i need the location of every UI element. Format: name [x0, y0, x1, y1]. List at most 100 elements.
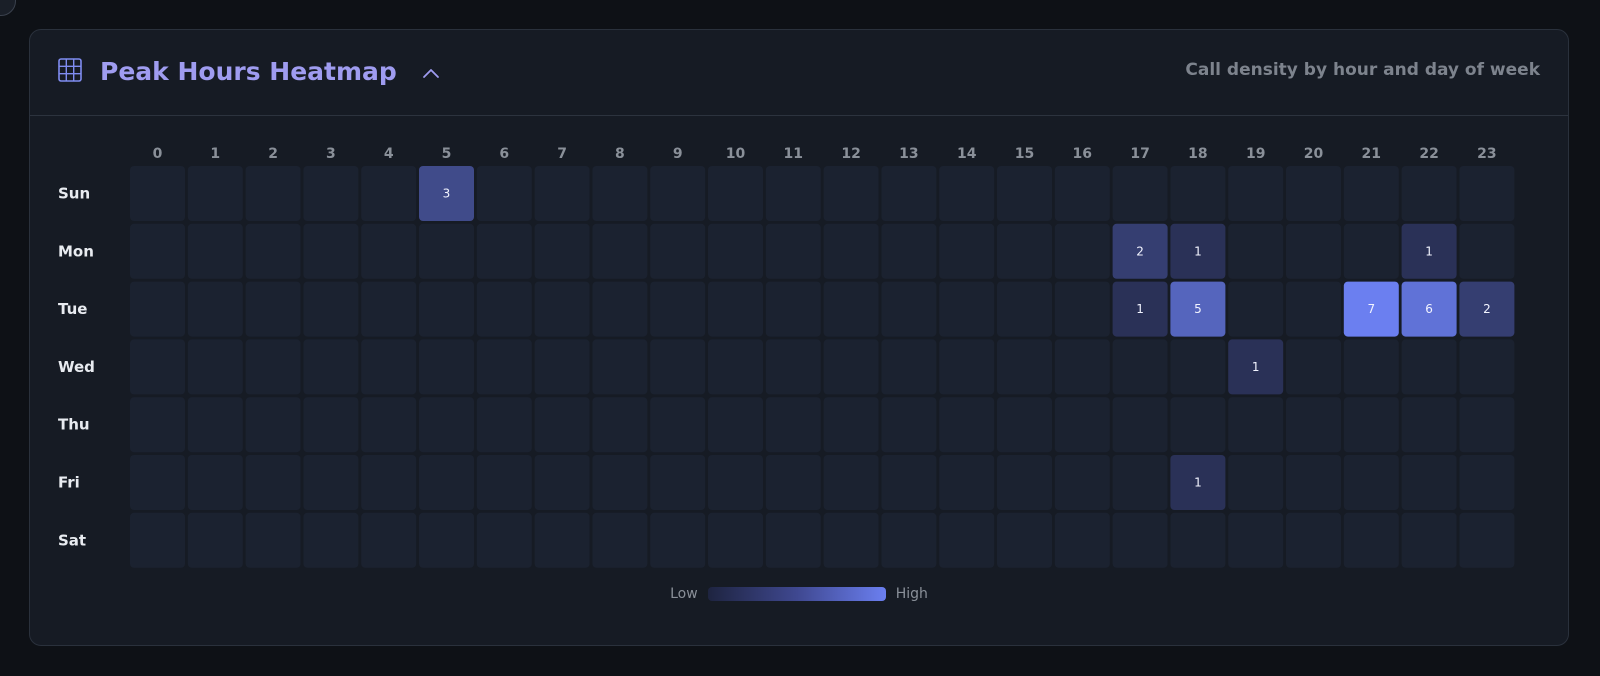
heatmap-cell[interactable]	[361, 281, 417, 337]
heatmap-cell[interactable]	[823, 339, 879, 395]
heatmap-cell[interactable]	[187, 223, 243, 279]
heatmap-cell[interactable]	[476, 166, 532, 221]
heatmap-cell[interactable]	[592, 223, 648, 279]
heatmap-cell[interactable]	[650, 339, 706, 395]
heatmap-cell[interactable]	[592, 339, 648, 395]
heatmap-cell[interactable]	[765, 397, 821, 453]
heatmap-cell[interactable]	[997, 339, 1052, 395]
heatmap-cell[interactable]	[1112, 339, 1168, 395]
heatmap-cell[interactable]	[1459, 455, 1515, 510]
heatmap-cell[interactable]	[1401, 455, 1457, 510]
heatmap-cell[interactable]	[419, 339, 474, 395]
heatmap-cell[interactable]	[419, 455, 474, 510]
heatmap-cell[interactable]	[1459, 397, 1515, 453]
heatmap-cell[interactable]	[1343, 397, 1399, 453]
heatmap-cell[interactable]	[708, 166, 763, 221]
heatmap-cell[interactable]	[1286, 397, 1341, 453]
heatmap-cell[interactable]	[650, 397, 706, 453]
heatmap-cell[interactable]	[997, 512, 1052, 568]
heatmap-cell[interactable]	[130, 512, 185, 568]
heatmap-cell[interactable]	[1228, 223, 1284, 279]
heatmap-cell[interactable]	[939, 397, 995, 453]
heatmap-cell[interactable]	[823, 166, 879, 221]
heatmap-cell[interactable]	[650, 512, 706, 568]
heatmap-cell[interactable]	[1170, 339, 1226, 395]
heatmap-cell[interactable]	[476, 512, 532, 568]
heatmap-cell[interactable]	[303, 455, 359, 510]
heatmap-cell[interactable]	[1459, 166, 1515, 221]
heatmap-cell[interactable]	[997, 397, 1052, 453]
heatmap-cell[interactable]	[650, 281, 706, 337]
heatmap-cell[interactable]	[1054, 455, 1110, 510]
heatmap-cell[interactable]	[1286, 223, 1341, 279]
heatmap-cell[interactable]	[1286, 455, 1341, 510]
heatmap-cell[interactable]	[1170, 397, 1226, 453]
heatmap-cell[interactable]	[361, 397, 417, 453]
chevron-up-icon[interactable]	[420, 62, 442, 84]
heatmap-cell[interactable]	[650, 166, 706, 221]
heatmap-cell[interactable]	[881, 397, 937, 453]
heatmap-cell[interactable]	[1286, 166, 1341, 221]
heatmap-cell[interactable]	[476, 223, 532, 279]
heatmap-cell[interactable]	[823, 512, 879, 568]
heatmap-cell[interactable]	[1401, 512, 1457, 568]
heatmap-cell[interactable]	[997, 166, 1052, 221]
heatmap-cell[interactable]	[187, 166, 243, 221]
heatmap-cell[interactable]	[1286, 512, 1341, 568]
heatmap-cell[interactable]	[1054, 512, 1110, 568]
heatmap-cell[interactable]	[187, 455, 243, 510]
heatmap-cell[interactable]	[303, 166, 359, 221]
heatmap-cell[interactable]	[1112, 397, 1168, 453]
heatmap-cell[interactable]	[765, 223, 821, 279]
heatmap-cell[interactable]	[303, 223, 359, 279]
heatmap-cell[interactable]	[130, 397, 185, 453]
heatmap-cell[interactable]	[1401, 397, 1457, 453]
heatmap-cell[interactable]	[939, 281, 995, 337]
heatmap-cell[interactable]	[476, 281, 532, 337]
heatmap-cell[interactable]	[881, 512, 937, 568]
heatmap-cell[interactable]	[1286, 281, 1341, 337]
heatmap-cell[interactable]	[187, 281, 243, 337]
heatmap-cell[interactable]	[245, 166, 301, 221]
heatmap-cell[interactable]	[534, 512, 590, 568]
heatmap-cell[interactable]	[997, 223, 1052, 279]
heatmap-cell[interactable]	[1170, 166, 1226, 221]
heatmap-cell[interactable]	[1112, 512, 1168, 568]
heatmap-cell[interactable]	[303, 281, 359, 337]
heatmap-cell[interactable]	[823, 223, 879, 279]
heatmap-cell[interactable]	[592, 512, 648, 568]
heatmap-cell[interactable]	[592, 281, 648, 337]
heatmap-cell[interactable]	[708, 339, 763, 395]
heatmap-cell[interactable]	[1228, 281, 1284, 337]
heatmap-cell[interactable]	[1054, 397, 1110, 453]
heatmap-cell[interactable]	[1286, 339, 1341, 395]
heatmap-cell[interactable]	[534, 339, 590, 395]
heatmap-cell[interactable]	[708, 223, 763, 279]
heatmap-cell[interactable]	[997, 281, 1052, 337]
heatmap-cell[interactable]	[1401, 339, 1457, 395]
heatmap-cell[interactable]	[592, 397, 648, 453]
heatmap-cell[interactable]	[939, 339, 995, 395]
heatmap-cell[interactable]	[303, 397, 359, 453]
heatmap-cell[interactable]	[881, 166, 937, 221]
heatmap-cell[interactable]	[1170, 512, 1226, 568]
heatmap-cell[interactable]	[245, 512, 301, 568]
heatmap-cell[interactable]	[245, 223, 301, 279]
heatmap-cell[interactable]	[534, 281, 590, 337]
heatmap-cell[interactable]	[1228, 397, 1284, 453]
heatmap-cell[interactable]	[939, 512, 995, 568]
heatmap-cell[interactable]	[534, 223, 590, 279]
heatmap-cell[interactable]	[650, 455, 706, 510]
heatmap-cell[interactable]	[939, 223, 995, 279]
heatmap-cell[interactable]	[1228, 455, 1284, 510]
heatmap-cell[interactable]	[361, 512, 417, 568]
heatmap-cell[interactable]	[708, 455, 763, 510]
heatmap-cell[interactable]	[534, 166, 590, 221]
heatmap-cell[interactable]	[361, 223, 417, 279]
heatmap-cell[interactable]	[708, 512, 763, 568]
heatmap-cell[interactable]	[534, 397, 590, 453]
heatmap-cell[interactable]	[476, 397, 532, 453]
heatmap-cell[interactable]	[361, 455, 417, 510]
heatmap-cell[interactable]	[245, 281, 301, 337]
heatmap-cell[interactable]	[708, 281, 763, 337]
